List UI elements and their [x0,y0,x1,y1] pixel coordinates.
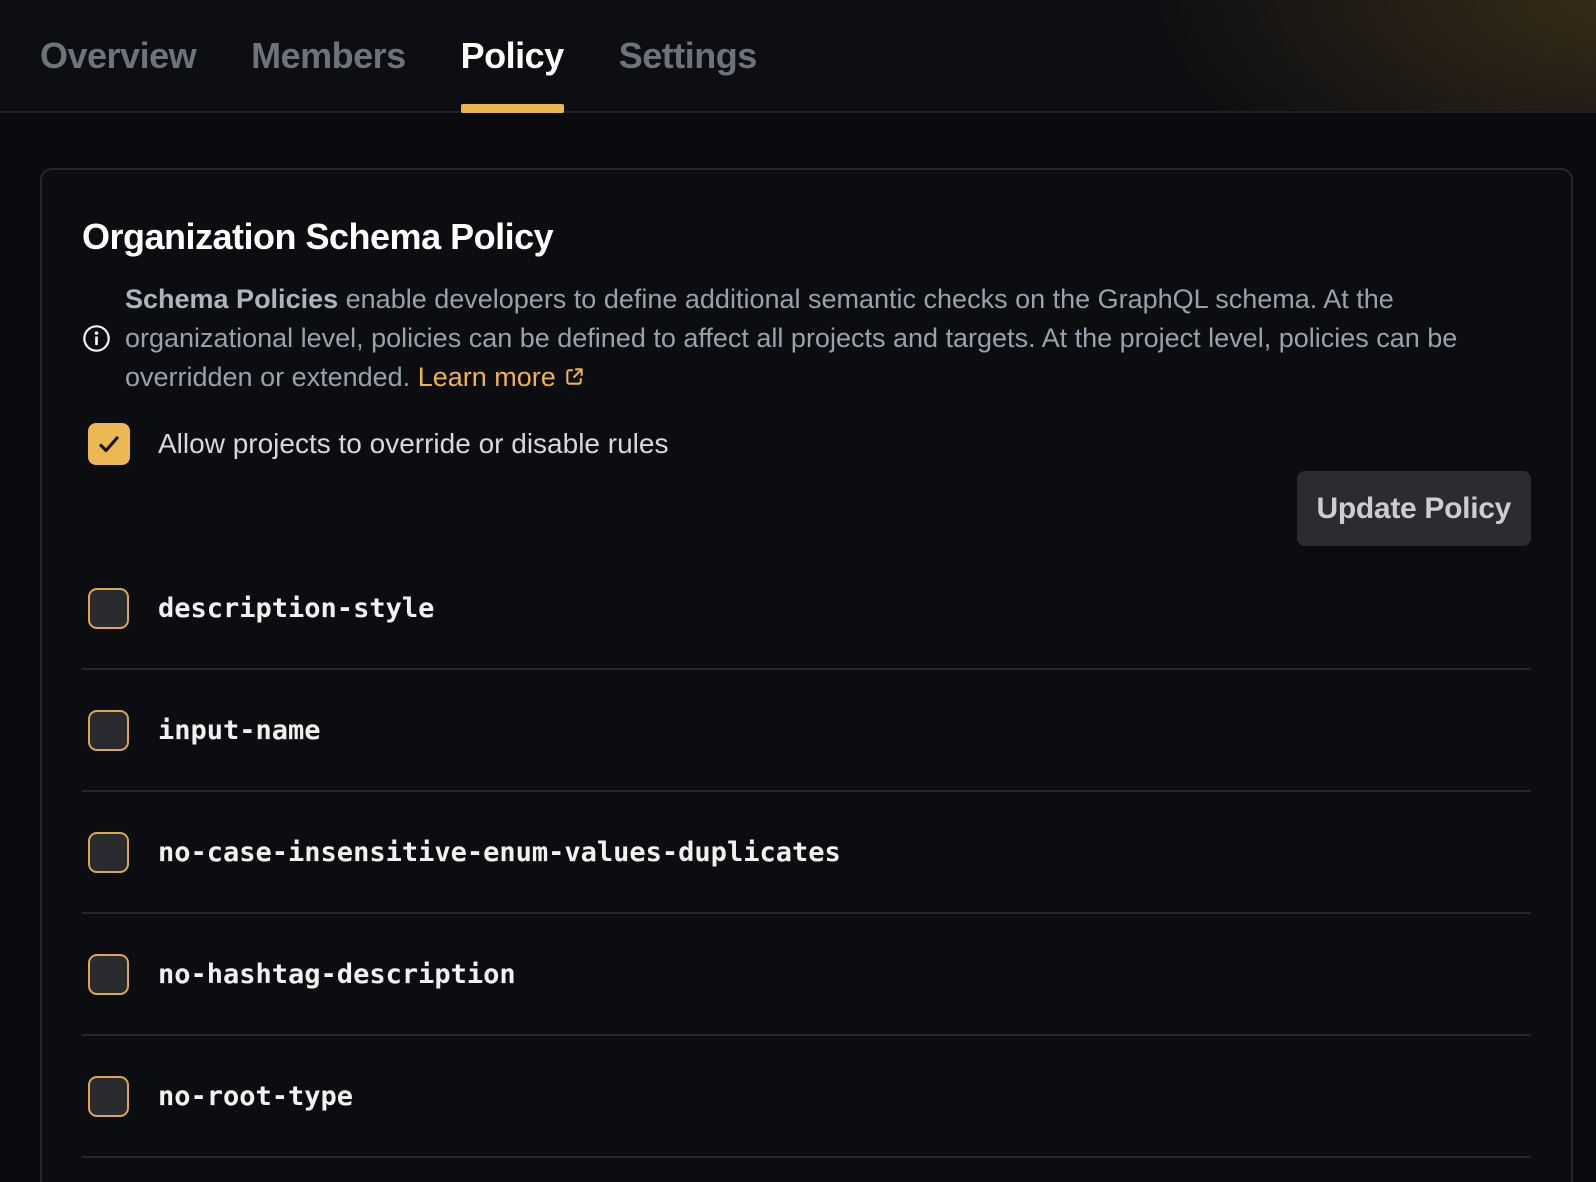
tab-overview-label: Overview [40,35,196,77]
tab-bar: Overview Members Policy Settings [40,0,757,111]
description-lead: Schema Policies [125,284,338,314]
external-link-icon [563,365,586,388]
rule-row: input-name [82,670,1531,792]
main-content: Organization Schema Policy Schema Polici… [0,113,1596,1182]
allow-override-row: Allow projects to override or disable ru… [82,423,668,465]
policy-description: Schema Policies enable developers to def… [125,280,1505,397]
info-icon [82,324,111,353]
update-policy-button[interactable]: Update Policy [1297,471,1531,546]
tab-policy[interactable]: Policy [461,0,564,111]
schema-policy-card: Organization Schema Policy Schema Polici… [40,168,1573,1182]
learn-more-label: Learn more [418,362,556,392]
check-icon [96,431,122,457]
allow-override-label: Allow projects to override or disable ru… [158,428,668,460]
rule-name-label: no-hashtag-description [158,959,516,990]
rule-checkbox[interactable] [88,588,129,629]
rule-checkbox[interactable] [88,832,129,873]
active-tab-underline [461,104,564,113]
rule-checkbox[interactable] [88,954,129,995]
rule-checkbox[interactable] [88,1076,129,1117]
rule-row: description-style [82,548,1531,670]
tab-members-label: Members [251,35,406,77]
tab-overview[interactable]: Overview [40,0,196,111]
rules-list: description-style input-name no-case-ins… [82,548,1531,1158]
tab-settings-label: Settings [619,35,757,77]
rule-name-label: no-root-type [158,1081,353,1112]
rule-row: no-case-insensitive-enum-values-duplicat… [82,792,1531,914]
tab-settings[interactable]: Settings [619,0,757,111]
policy-description-row: Schema Policies enable developers to def… [82,280,1531,397]
tab-policy-label: Policy [461,35,564,77]
rule-name-label: input-name [158,715,321,746]
tab-members[interactable]: Members [251,0,406,111]
rule-row: no-root-type [82,1036,1531,1158]
org-header: Overview Members Policy Settings [0,0,1596,113]
rule-row: no-hashtag-description [82,914,1531,1036]
rule-name-label: description-style [158,593,434,624]
page-title: Organization Schema Policy [82,216,1531,258]
rule-checkbox[interactable] [88,710,129,751]
rule-name-label: no-case-insensitive-enum-values-duplicat… [158,837,841,868]
allow-override-checkbox[interactable] [88,423,130,465]
button-row: Update Policy [82,471,1531,546]
learn-more-link[interactable]: Learn more [418,362,586,392]
